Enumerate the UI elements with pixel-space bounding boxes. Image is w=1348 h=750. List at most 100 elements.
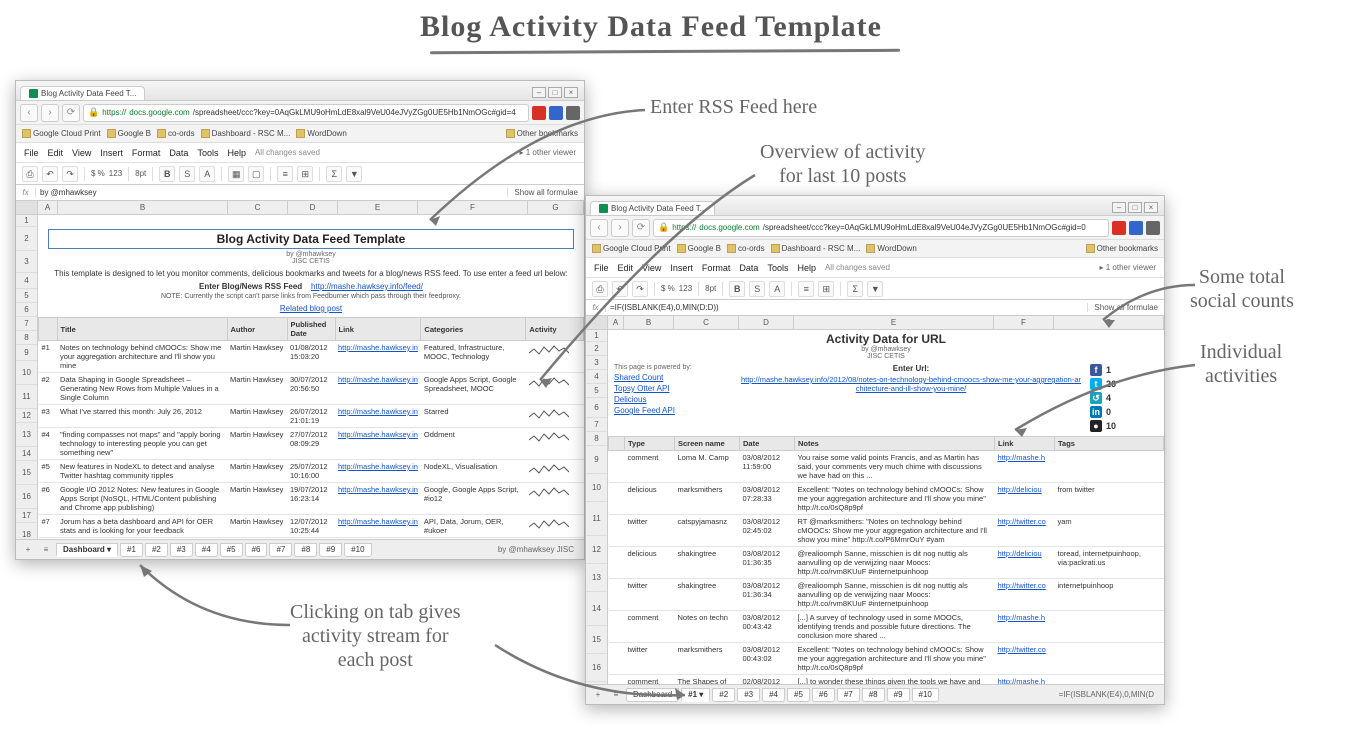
row-header[interactable]: 13 (16, 423, 37, 447)
col-header-c[interactable]: C (228, 201, 288, 214)
posts-col-header[interactable]: Author (227, 318, 287, 341)
row-header[interactable]: 9 (16, 345, 37, 361)
row-header[interactable]: 15 (16, 461, 37, 485)
cells-area[interactable]: Blog Activity Data Feed Template by @mha… (38, 215, 584, 539)
powered-link[interactable]: Shared Count (614, 373, 663, 382)
posts-col-header[interactable]: Activity (526, 318, 584, 341)
activity-link[interactable]: http://twitter.co (995, 643, 1055, 675)
font-size[interactable]: 8pt (705, 284, 716, 293)
row-header[interactable]: 2 (586, 342, 607, 356)
sheet-tab[interactable]: #8 (294, 543, 317, 557)
menu-file[interactable]: File (594, 263, 609, 273)
row-header[interactable]: 7 (586, 418, 607, 432)
sheet-tab[interactable]: #1 ▾ (681, 688, 710, 702)
activity-link[interactable]: http://mashe.h (995, 675, 1055, 685)
sheet-tab[interactable]: #5 (787, 688, 810, 702)
row-header[interactable]: 8 (16, 331, 37, 345)
select-all-corner[interactable] (16, 201, 38, 214)
related-blog-link[interactable]: Related blog post (280, 304, 342, 313)
close-icon[interactable]: × (564, 87, 578, 98)
filter-icon[interactable]: ▼ (867, 281, 883, 297)
post-link[interactable]: http://mashe.hawksey.in (335, 460, 421, 483)
merge-icon[interactable]: ⊞ (297, 166, 313, 182)
close-icon[interactable]: × (1144, 202, 1158, 213)
bold-icon[interactable]: B (159, 166, 175, 182)
redo-icon[interactable]: ↷ (632, 281, 648, 297)
posts-col-header[interactable]: Categories (421, 318, 526, 341)
col-header-b[interactable]: B (624, 316, 674, 329)
sheet-tab[interactable]: #2 (712, 688, 735, 702)
activity-link[interactable]: http://mashe.h (995, 451, 1055, 483)
other-bookmarks[interactable]: Other bookmarks (1086, 244, 1158, 253)
show-formulae-link[interactable]: Show all formulae (1087, 303, 1164, 312)
redo-icon[interactable]: ↷ (62, 166, 78, 182)
row-header[interactable]: 12 (16, 409, 37, 423)
sheet-tab[interactable]: #4 (195, 543, 218, 557)
posts-col-header[interactable]: Link (335, 318, 421, 341)
ext-icon-gmail[interactable] (1112, 221, 1126, 235)
bookmark-item[interactable]: WordDown (866, 244, 916, 253)
align-icon[interactable]: ≡ (798, 281, 814, 297)
posts-col-header[interactable]: Title (57, 318, 227, 341)
row-header[interactable]: 5 (586, 384, 607, 398)
row-header[interactable]: 16 (16, 485, 37, 509)
col-header-f[interactable]: F (418, 201, 528, 214)
post-row[interactable]: #2 Data Shaping in Google Spreadsheet – … (39, 373, 584, 405)
activity-row[interactable]: comment Loma M. Camp 03/08/2012 11:59:00… (609, 451, 1164, 483)
menu-file[interactable]: File (24, 148, 39, 158)
strike-icon[interactable]: S (749, 281, 765, 297)
menu-data[interactable]: Data (739, 263, 758, 273)
col-header-a[interactable]: A (38, 201, 58, 214)
formula-icon[interactable]: Σ (326, 166, 342, 182)
number-format[interactable]: 123 (679, 284, 692, 293)
chrome-menu-icon[interactable] (1146, 221, 1160, 235)
col-header-g[interactable]: G (528, 201, 584, 214)
activity-row[interactable]: twitter shakingtree 03/08/2012 01:36:34 … (609, 579, 1164, 611)
menu-view[interactable]: View (72, 148, 91, 158)
sheet-tab[interactable]: #9 (887, 688, 910, 702)
activity-col-header[interactable]: Link (995, 437, 1055, 451)
ext-icon-diigo[interactable] (1129, 221, 1143, 235)
fill-color-icon[interactable]: ▦ (228, 166, 244, 182)
back-button[interactable]: ‹ (20, 104, 38, 122)
sheet-tab[interactable]: #10 (344, 543, 371, 557)
formula-content[interactable]: by @mhawksey (36, 188, 507, 197)
powered-link[interactable]: Delicious (614, 395, 646, 404)
bold-icon[interactable]: B (729, 281, 745, 297)
row-header[interactable]: 18 (16, 523, 37, 539)
row-header[interactable]: 1 (586, 330, 607, 342)
row-header[interactable]: 10 (586, 474, 607, 502)
sheet-tab[interactable]: #8 (862, 688, 885, 702)
all-sheets-button[interactable]: ≡ (608, 688, 624, 702)
activity-col-header[interactable]: Tags (1055, 437, 1164, 451)
sheet-tab[interactable]: Dashboard ▾ (56, 543, 118, 557)
maximize-icon[interactable]: □ (1128, 202, 1142, 213)
menu-format[interactable]: Format (132, 148, 161, 158)
bookmark-item[interactable]: Dashboard - RSC M... (201, 129, 291, 138)
row-header[interactable]: 6 (586, 398, 607, 418)
sheet-tab[interactable]: #5 (220, 543, 243, 557)
row-header[interactable]: 16 (586, 654, 607, 682)
row-header[interactable]: 7 (16, 317, 37, 331)
currency-format[interactable]: $ % (661, 284, 675, 293)
activity-link[interactable]: http://deliciou (995, 547, 1055, 579)
chrome-menu-icon[interactable] (566, 106, 580, 120)
menu-format[interactable]: Format (702, 263, 731, 273)
merge-icon[interactable]: ⊞ (818, 281, 834, 297)
sheet-tab[interactable]: #4 (762, 688, 785, 702)
sheet-tab[interactable]: #1 (120, 543, 143, 557)
chrome-tab[interactable]: Blog Activity Data Feed T... (590, 201, 715, 215)
filter-icon[interactable]: ▼ (346, 166, 362, 182)
menu-help[interactable]: Help (797, 263, 816, 273)
bookmark-item[interactable]: co-ords (727, 244, 765, 253)
post-link[interactable]: http://mashe.hawksey.in (335, 515, 421, 538)
activity-url-link[interactable]: http://mashe.hawksey.info/2012/08/notes-… (741, 375, 1081, 393)
activity-row[interactable]: twitter catspyjamasnz 03/08/2012 02:45:0… (609, 515, 1164, 547)
row-header[interactable]: 8 (586, 432, 607, 446)
row-header[interactable]: 13 (586, 564, 607, 592)
all-sheets-button[interactable]: ≡ (38, 543, 54, 557)
forward-button[interactable]: › (611, 219, 629, 237)
post-row[interactable]: #5 New features in NodeXL to detect and … (39, 460, 584, 483)
menu-view[interactable]: View (642, 263, 661, 273)
undo-icon[interactable]: ↶ (42, 166, 58, 182)
